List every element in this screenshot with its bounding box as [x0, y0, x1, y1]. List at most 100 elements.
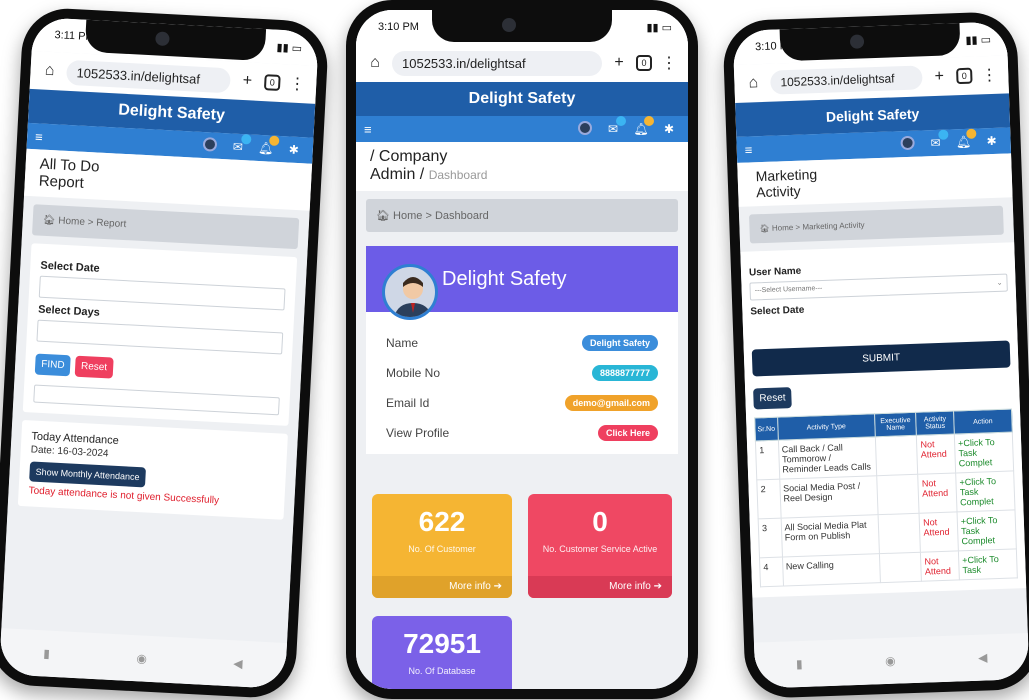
- back-icon[interactable]: ◀: [978, 650, 988, 664]
- cell-executive: [876, 474, 920, 515]
- user-avatar-icon[interactable]: [199, 136, 222, 154]
- mail-icon[interactable]: ✉: [227, 134, 252, 154]
- navbar: ≡ ✉ 🔔︎ ✱: [356, 116, 688, 142]
- notch: [779, 21, 961, 62]
- row-value-pill: Delight Safety: [581, 334, 658, 351]
- url-field[interactable]: 1052533.in/delightsaf: [770, 65, 923, 95]
- phone-center-screen: 3:10 PM ▮▮ ▭ ⌂ 1052533.in/delightsaf + 0…: [356, 10, 688, 689]
- profile-name: Delight Safety: [442, 267, 567, 290]
- more-info-link[interactable]: More info ➔: [372, 576, 512, 598]
- new-tab-icon[interactable]: +: [930, 67, 949, 86]
- profile-row-view: View Profile Click Here: [366, 418, 678, 448]
- find-button[interactable]: FIND: [34, 353, 72, 376]
- home-icon[interactable]: ⌂: [366, 54, 384, 72]
- attendance-message: Today attendance is not given Successful…: [28, 484, 220, 506]
- brand-header: Delight Safety: [356, 82, 688, 116]
- gear-icon[interactable]: ✱: [658, 122, 680, 136]
- bell-icon[interactable]: 🔔︎: [630, 116, 654, 136]
- stat-number: 72951: [403, 628, 481, 659]
- page-title: / Company Admin / Dashboard: [356, 142, 688, 191]
- reset-button[interactable]: Reset: [74, 355, 114, 379]
- stat-service-active[interactable]: 0 No. Customer Service Active More info …: [528, 494, 672, 598]
- mail-icon[interactable]: ✉: [602, 116, 626, 136]
- phone-center: 3:10 PM ▮▮ ▭ ⌂ 1052533.in/delightsaf + 0…: [346, 0, 698, 699]
- home-button-icon[interactable]: ◉: [136, 651, 147, 666]
- hamburger-icon[interactable]: ≡: [744, 142, 752, 157]
- page-title-line1: / Company: [370, 148, 448, 165]
- signal-icon: ▮▮ ▭: [276, 41, 303, 55]
- cell-executive: [879, 552, 922, 583]
- profile-card: Delight Safety Name Delight Safety Mobile…: [366, 245, 678, 454]
- profile-avatar: [382, 263, 438, 320]
- status-time: 3:10 PM: [378, 21, 419, 33]
- profile-row-mobile: Mobile No 8888877777: [366, 358, 678, 388]
- new-tab-icon[interactable]: +: [610, 54, 628, 72]
- show-monthly-attendance-button[interactable]: Show Monthly Attendance: [29, 460, 147, 487]
- col-executive-name: Executive Name: [874, 412, 917, 437]
- user-name-select[interactable]: ---Select Username--- ⌄: [749, 273, 1008, 301]
- gear-icon[interactable]: ✱: [282, 142, 305, 158]
- breadcrumb: 🏠︎ Home > Dashboard: [366, 198, 678, 232]
- stat-customers[interactable]: 622 No. Of Customer More info ➔: [372, 494, 512, 598]
- home-icon[interactable]: ⌂: [40, 61, 59, 80]
- more-info-link[interactable]: More info ➔: [528, 576, 672, 598]
- recent-apps-icon[interactable]: ▮: [796, 657, 803, 671]
- tabs-icon[interactable]: 0: [636, 55, 652, 71]
- select-placeholder: ---Select Username---: [754, 285, 823, 295]
- notch: [432, 10, 612, 42]
- col-activity-type: Activity Type: [777, 413, 876, 441]
- col-srno: Sr.No: [754, 417, 778, 442]
- bell-icon[interactable]: 🔔︎: [952, 128, 977, 150]
- click-to-task-complete-link[interactable]: +Click To Task Complet: [954, 432, 1014, 474]
- crumb-sep: >: [425, 209, 432, 222]
- result-box: [33, 384, 280, 415]
- url-field[interactable]: 1052533.in/delightsaf: [65, 59, 232, 93]
- crumb-home[interactable]: Home: [393, 210, 422, 222]
- signal-icon: ▮▮ ▭: [646, 21, 672, 34]
- crumb-sep: >: [795, 222, 801, 233]
- home-icon[interactable]: ⌂: [744, 74, 763, 93]
- tabs-icon[interactable]: 0: [956, 67, 973, 85]
- crumb-home[interactable]: Home: [58, 215, 85, 227]
- hamburger-icon[interactable]: ≡: [35, 129, 43, 144]
- gear-icon[interactable]: ✱: [980, 134, 1002, 149]
- bell-icon[interactable]: 🔔︎: [255, 135, 280, 156]
- user-avatar-icon[interactable]: [896, 135, 919, 153]
- hamburger-icon[interactable]: ≡: [364, 122, 372, 137]
- row-label: View Profile: [386, 425, 450, 440]
- phone-left: 3:11 PM ▮▮ ▭ ⌂ 1052533.in/delightsaf + 0…: [0, 6, 330, 700]
- crumb-home[interactable]: Home: [772, 223, 794, 233]
- cell-type: All Social Media Plat Form on Publish: [780, 514, 880, 558]
- user-avatar-icon[interactable]: [574, 120, 596, 138]
- click-to-task-complete-link[interactable]: +Click To Task: [958, 549, 1018, 581]
- cell-executive: [878, 513, 921, 554]
- menu-dots-icon[interactable]: ⋮: [980, 65, 999, 86]
- new-tab-icon[interactable]: +: [238, 72, 257, 91]
- attendance-card: Today Attendance Date: 16-03-2024 Show M…: [17, 419, 288, 520]
- reset-button[interactable]: Reset: [753, 387, 792, 410]
- row-value-pill: 8888877777: [591, 364, 658, 381]
- crumb-current: Marketing Activity: [802, 220, 865, 232]
- recent-apps-icon[interactable]: ▮: [43, 646, 50, 660]
- stat-caption: No. Of Database: [408, 666, 476, 676]
- crumb-sep: >: [87, 216, 94, 228]
- menu-dots-icon[interactable]: ⋮: [660, 53, 678, 73]
- menu-dots-icon[interactable]: ⋮: [288, 73, 307, 94]
- url-field[interactable]: 1052533.in/delightsaf: [392, 50, 602, 76]
- android-nav: ▮ ◉ ◀: [0, 628, 287, 690]
- click-to-task-complete-link[interactable]: +Click To Task Complet: [955, 471, 1015, 513]
- cell-status: Not Attend: [918, 473, 958, 514]
- mail-icon[interactable]: ✉: [924, 129, 949, 151]
- home-button-icon[interactable]: ◉: [885, 654, 896, 668]
- page-title: Marketing Activity: [737, 153, 1013, 208]
- android-nav: ▮ ◉ ◀: [753, 633, 1029, 689]
- back-icon[interactable]: ◀: [233, 656, 243, 670]
- page-title-sub: Dashboard: [428, 168, 488, 183]
- signal-icon: ▮▮ ▭: [965, 33, 992, 47]
- click-here-button[interactable]: Click Here: [597, 424, 658, 441]
- stat-database[interactable]: 72951 No. Of Database: [372, 616, 512, 689]
- click-to-task-complete-link[interactable]: +Click To Task Complet: [957, 510, 1017, 552]
- tabs-icon[interactable]: 0: [263, 74, 281, 91]
- stat-number: 0: [592, 506, 608, 537]
- cell-type: New Calling: [782, 553, 881, 587]
